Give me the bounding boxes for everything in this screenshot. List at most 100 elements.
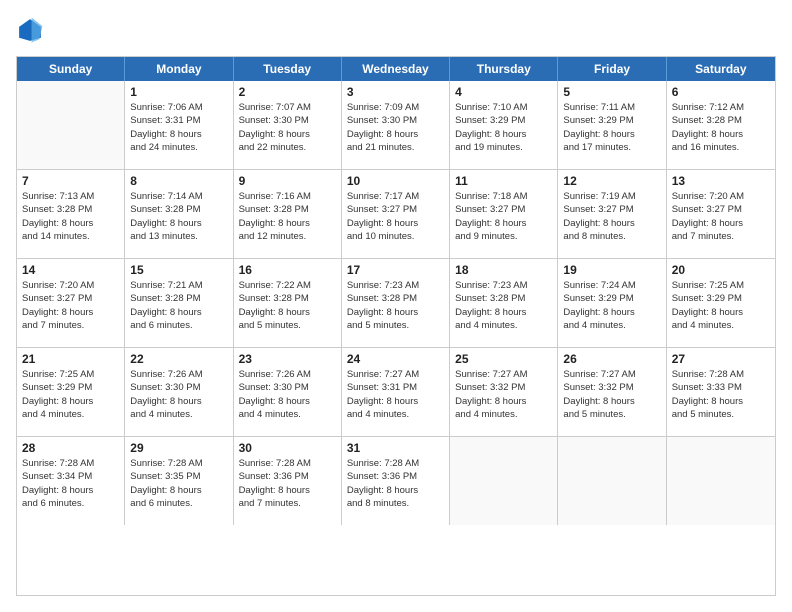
day-info: Sunrise: 7:27 AM Sunset: 3:31 PM Dayligh…: [347, 368, 444, 421]
day-number: 27: [672, 352, 770, 366]
logo: [16, 16, 48, 44]
calendar-cell: 1 Sunrise: 7:06 AM Sunset: 3:31 PM Daylig…: [125, 81, 233, 169]
day-info: Sunrise: 7:22 AM Sunset: 3:28 PM Dayligh…: [239, 279, 336, 332]
calendar-cell: 24 Sunrise: 7:27 AM Sunset: 3:31 PM Dayli…: [342, 348, 450, 436]
logo-icon: [16, 16, 44, 44]
day-info: Sunrise: 7:10 AM Sunset: 3:29 PM Dayligh…: [455, 101, 552, 154]
calendar-cell: 27 Sunrise: 7:28 AM Sunset: 3:33 PM Dayli…: [667, 348, 775, 436]
header-cell-sunday: Sunday: [17, 57, 125, 81]
calendar-cell: 19 Sunrise: 7:24 AM Sunset: 3:29 PM Dayli…: [558, 259, 666, 347]
calendar-cell: 10 Sunrise: 7:17 AM Sunset: 3:27 PM Dayli…: [342, 170, 450, 258]
day-number: 26: [563, 352, 660, 366]
day-number: 10: [347, 174, 444, 188]
day-number: 13: [672, 174, 770, 188]
calendar-cell: [667, 437, 775, 525]
calendar-row: 1 Sunrise: 7:06 AM Sunset: 3:31 PM Daylig…: [17, 81, 775, 170]
calendar-cell: [450, 437, 558, 525]
day-info: Sunrise: 7:28 AM Sunset: 3:33 PM Dayligh…: [672, 368, 770, 421]
header-cell-monday: Monday: [125, 57, 233, 81]
day-info: Sunrise: 7:28 AM Sunset: 3:36 PM Dayligh…: [347, 457, 444, 510]
calendar-cell: 12 Sunrise: 7:19 AM Sunset: 3:27 PM Dayli…: [558, 170, 666, 258]
day-info: Sunrise: 7:28 AM Sunset: 3:35 PM Dayligh…: [130, 457, 227, 510]
calendar-cell: 22Sunrise: 7:26 AM Sunset: 3:30 PM Dayli…: [125, 348, 233, 436]
day-info: Sunrise: 7:06 AM Sunset: 3:31 PM Dayligh…: [130, 101, 227, 154]
calendar-cell: [558, 437, 666, 525]
day-info: Sunrise: 7:27 AM Sunset: 3:32 PM Dayligh…: [455, 368, 552, 421]
day-info: Sunrise: 7:07 AM Sunset: 3:30 PM Dayligh…: [239, 101, 336, 154]
day-info: Sunrise: 7:16 AM Sunset: 3:28 PM Dayligh…: [239, 190, 336, 243]
calendar-cell: 30Sunrise: 7:28 AM Sunset: 3:36 PM Dayli…: [234, 437, 342, 525]
day-info: Sunrise: 7:19 AM Sunset: 3:27 PM Dayligh…: [563, 190, 660, 243]
calendar-cell: 3 Sunrise: 7:09 AM Sunset: 3:30 PM Daylig…: [342, 81, 450, 169]
day-info: Sunrise: 7:18 AM Sunset: 3:27 PM Dayligh…: [455, 190, 552, 243]
day-number: 25: [455, 352, 552, 366]
day-number: 11: [455, 174, 552, 188]
day-number: 18: [455, 263, 552, 277]
header-cell-saturday: Saturday: [667, 57, 775, 81]
day-info: Sunrise: 7:20 AM Sunset: 3:27 PM Dayligh…: [22, 279, 119, 332]
page: SundayMondayTuesdayWednesdayThursdayFrid…: [0, 0, 792, 612]
calendar-cell: 23Sunrise: 7:26 AM Sunset: 3:30 PM Dayli…: [234, 348, 342, 436]
calendar-cell: 5 Sunrise: 7:11 AM Sunset: 3:29 PM Daylig…: [558, 81, 666, 169]
day-number: 2: [239, 85, 336, 99]
calendar-cell: 15 Sunrise: 7:21 AM Sunset: 3:28 PM Dayli…: [125, 259, 233, 347]
day-info: Sunrise: 7:27 AM Sunset: 3:32 PM Dayligh…: [563, 368, 660, 421]
day-number: 31: [347, 441, 444, 455]
day-number: 3: [347, 85, 444, 99]
day-number: 17: [347, 263, 444, 277]
calendar-cell: 25 Sunrise: 7:27 AM Sunset: 3:32 PM Dayli…: [450, 348, 558, 436]
day-number: 6: [672, 85, 770, 99]
calendar-cell: 28 Sunrise: 7:28 AM Sunset: 3:34 PM Dayli…: [17, 437, 125, 525]
day-info: Sunrise: 7:23 AM Sunset: 3:28 PM Dayligh…: [455, 279, 552, 332]
day-info: Sunrise: 7:12 AM Sunset: 3:28 PM Dayligh…: [672, 101, 770, 154]
calendar-cell: 4 Sunrise: 7:10 AM Sunset: 3:29 PM Daylig…: [450, 81, 558, 169]
day-info: Sunrise: 7:28 AM Sunset: 3:34 PM Dayligh…: [22, 457, 119, 510]
day-info: Sunrise: 7:26 AM Sunset: 3:30 PM Dayligh…: [130, 368, 227, 421]
day-info: Sunrise: 7:21 AM Sunset: 3:28 PM Dayligh…: [130, 279, 227, 332]
day-info: Sunrise: 7:20 AM Sunset: 3:27 PM Dayligh…: [672, 190, 770, 243]
calendar-cell: 14 Sunrise: 7:20 AM Sunset: 3:27 PM Dayli…: [17, 259, 125, 347]
calendar-cell: 26 Sunrise: 7:27 AM Sunset: 3:32 PM Dayli…: [558, 348, 666, 436]
day-info: Sunrise: 7:23 AM Sunset: 3:28 PM Dayligh…: [347, 279, 444, 332]
header-cell-thursday: Thursday: [450, 57, 558, 81]
day-number: 15: [130, 263, 227, 277]
day-info: Sunrise: 7:25 AM Sunset: 3:29 PM Dayligh…: [22, 368, 119, 421]
day-info: Sunrise: 7:09 AM Sunset: 3:30 PM Dayligh…: [347, 101, 444, 154]
day-info: Sunrise: 7:11 AM Sunset: 3:29 PM Dayligh…: [563, 101, 660, 154]
calendar-cell: 2 Sunrise: 7:07 AM Sunset: 3:30 PM Daylig…: [234, 81, 342, 169]
calendar-cell: 13 Sunrise: 7:20 AM Sunset: 3:27 PM Dayli…: [667, 170, 775, 258]
day-info: Sunrise: 7:24 AM Sunset: 3:29 PM Dayligh…: [563, 279, 660, 332]
header-cell-wednesday: Wednesday: [342, 57, 450, 81]
header: [16, 16, 776, 44]
day-info: Sunrise: 7:28 AM Sunset: 3:36 PM Dayligh…: [239, 457, 336, 510]
day-info: Sunrise: 7:17 AM Sunset: 3:27 PM Dayligh…: [347, 190, 444, 243]
calendar-cell: 8 Sunrise: 7:14 AM Sunset: 3:28 PM Daylig…: [125, 170, 233, 258]
calendar-cell: 17 Sunrise: 7:23 AM Sunset: 3:28 PM Dayli…: [342, 259, 450, 347]
calendar-cell: 6 Sunrise: 7:12 AM Sunset: 3:28 PM Daylig…: [667, 81, 775, 169]
day-number: 16: [239, 263, 336, 277]
calendar-cell: 16 Sunrise: 7:22 AM Sunset: 3:28 PM Dayli…: [234, 259, 342, 347]
day-number: 4: [455, 85, 552, 99]
calendar-body: 1 Sunrise: 7:06 AM Sunset: 3:31 PM Daylig…: [17, 81, 775, 525]
day-number: 12: [563, 174, 660, 188]
calendar-cell: 21Sunrise: 7:25 AM Sunset: 3:29 PM Dayli…: [17, 348, 125, 436]
day-number: 24: [347, 352, 444, 366]
day-number: 14: [22, 263, 119, 277]
calendar-cell: 31 Sunrise: 7:28 AM Sunset: 3:36 PM Dayli…: [342, 437, 450, 525]
day-number: 1: [130, 85, 227, 99]
calendar-header: SundayMondayTuesdayWednesdayThursdayFrid…: [17, 57, 775, 81]
day-number: 28: [22, 441, 119, 455]
calendar-cell: 18 Sunrise: 7:23 AM Sunset: 3:28 PM Dayli…: [450, 259, 558, 347]
day-number: 5: [563, 85, 660, 99]
calendar-row: 28 Sunrise: 7:28 AM Sunset: 3:34 PM Dayli…: [17, 437, 775, 525]
day-info: Sunrise: 7:13 AM Sunset: 3:28 PM Dayligh…: [22, 190, 119, 243]
calendar-cell: 7Sunrise: 7:13 AM Sunset: 3:28 PM Daylig…: [17, 170, 125, 258]
calendar-row: 14 Sunrise: 7:20 AM Sunset: 3:27 PM Dayli…: [17, 259, 775, 348]
day-number: 23: [239, 352, 336, 366]
day-number: 8: [130, 174, 227, 188]
day-number: 29: [130, 441, 227, 455]
day-number: 9: [239, 174, 336, 188]
calendar-cell: 29 Sunrise: 7:28 AM Sunset: 3:35 PM Dayli…: [125, 437, 233, 525]
day-number: 19: [563, 263, 660, 277]
day-info: Sunrise: 7:14 AM Sunset: 3:28 PM Dayligh…: [130, 190, 227, 243]
